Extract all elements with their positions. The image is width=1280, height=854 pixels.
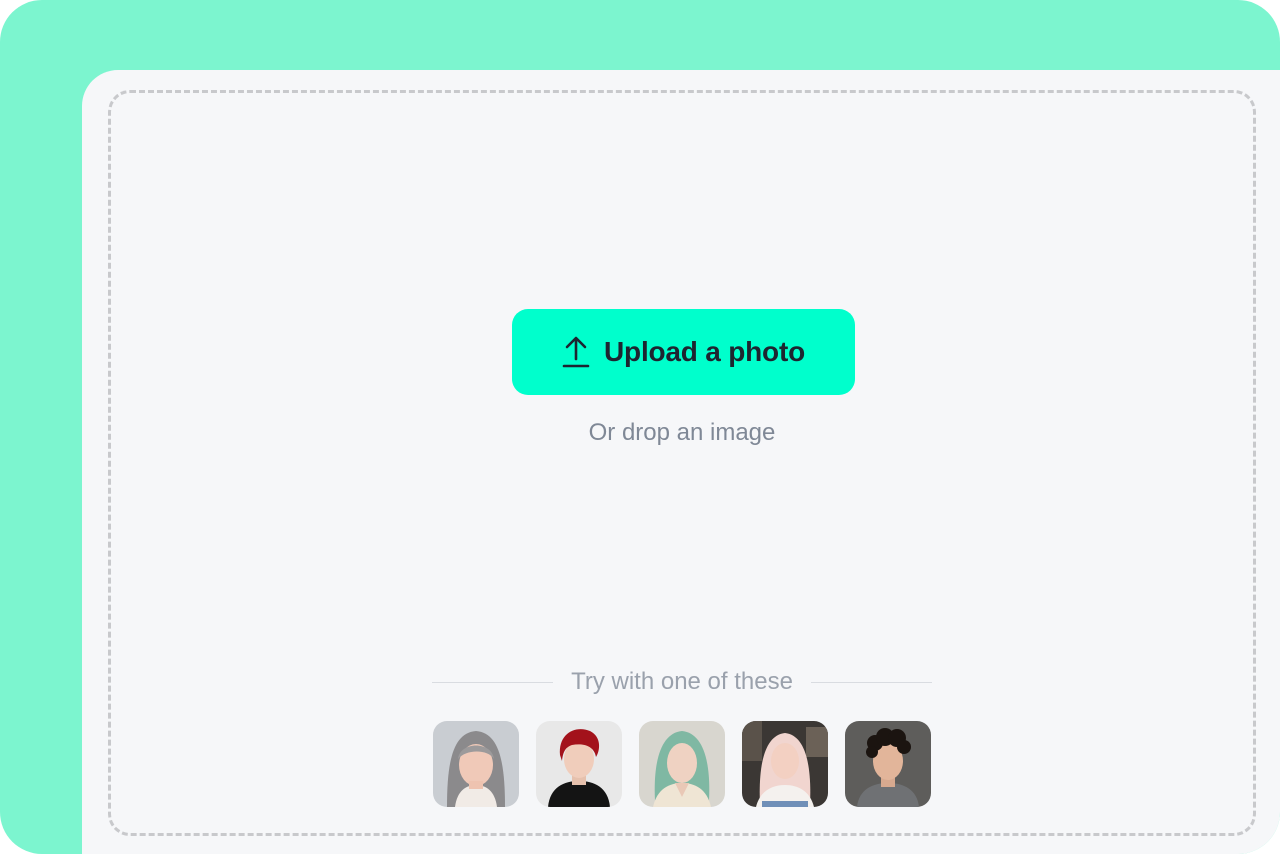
samples-title: Try with one of these [571, 668, 793, 695]
sample-photo-2[interactable] [536, 721, 622, 807]
sample-photo-3[interactable] [639, 721, 725, 807]
drop-hint-text: Or drop an image [588, 419, 776, 446]
divider-line-right [810, 681, 933, 683]
divider-line-left [432, 681, 554, 683]
sample-photos-section: Try with one of these [111, 667, 1253, 807]
upload-photo-button[interactable]: Upload a photo [512, 309, 855, 395]
sample-photo-5[interactable] [845, 721, 931, 807]
portrait-dark-curly-hair-icon [845, 721, 931, 807]
sample-thumbnails [111, 721, 1253, 807]
drop-zone[interactable]: Upload a photo Or drop an image Try with… [108, 90, 1256, 836]
sample-photo-1[interactable] [433, 721, 519, 807]
portrait-gray-hair-icon [433, 721, 519, 807]
portrait-green-hair-icon [639, 721, 725, 807]
app-frame: Upload a photo Or drop an image Try with… [0, 0, 1280, 854]
samples-divider: Try with one of these [432, 667, 933, 697]
sample-photo-4[interactable] [742, 721, 828, 807]
upload-panel: Upload a photo Or drop an image Try with… [82, 70, 1280, 854]
upload-arrow-icon [562, 335, 590, 369]
portrait-red-hair-icon [536, 721, 622, 807]
portrait-blonde-hair-icon [742, 721, 828, 807]
upload-button-label: Upload a photo [604, 336, 805, 367]
